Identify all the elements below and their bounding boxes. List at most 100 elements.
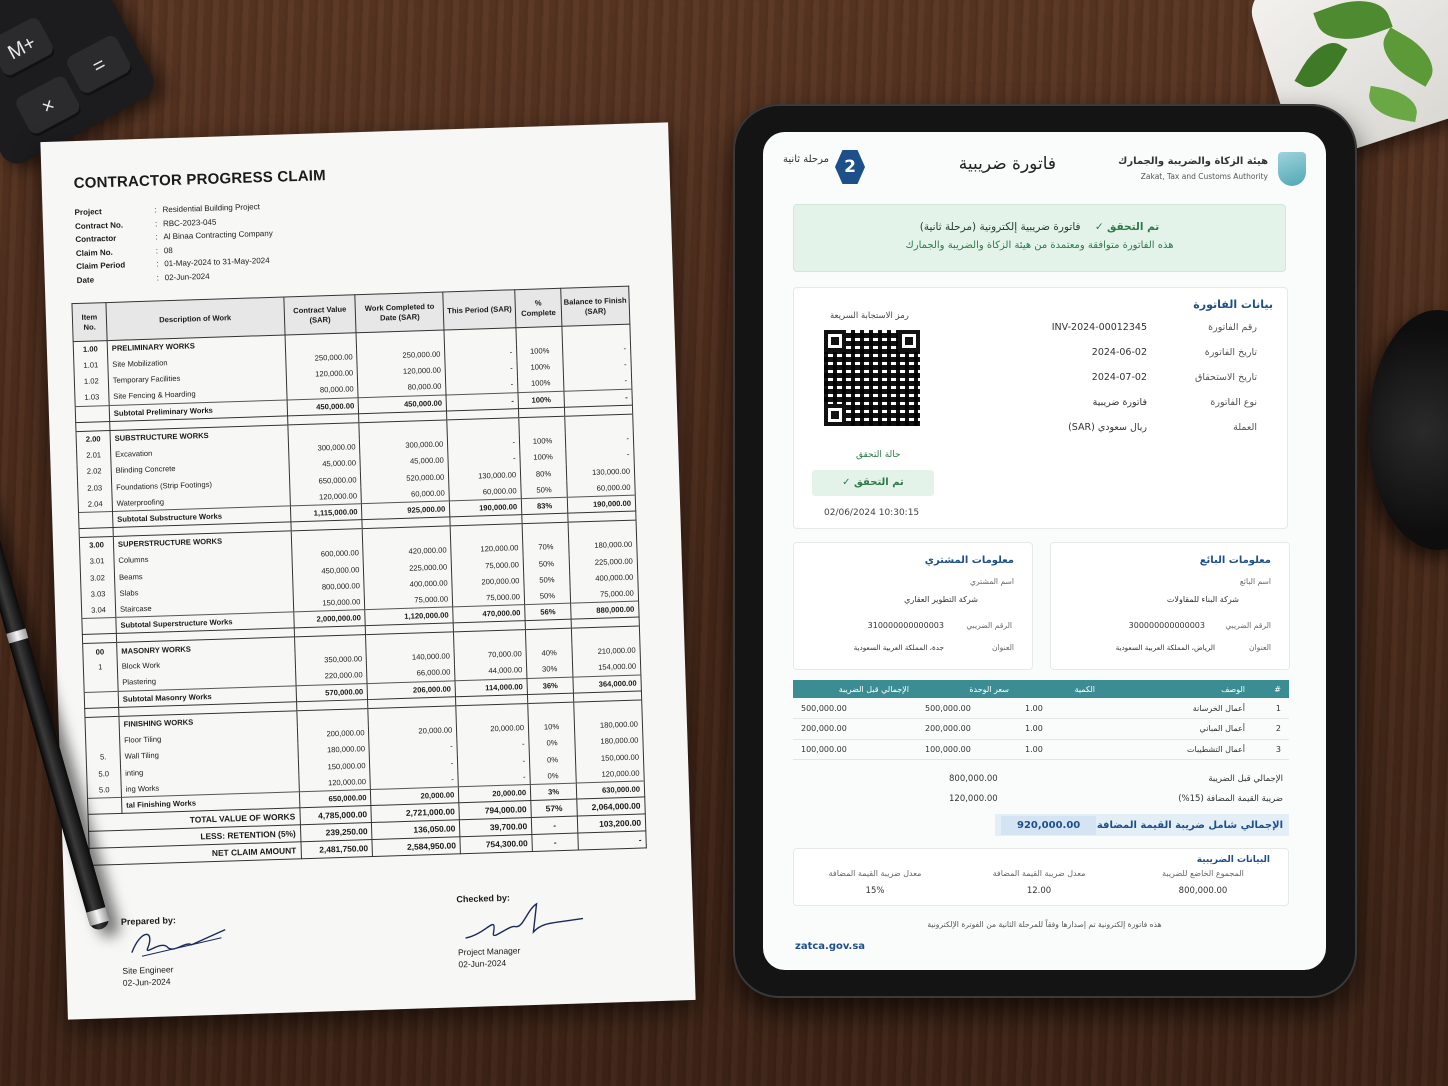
banner-title: فاتورة ضريبية إلكترونية (مرحلة ثانية) — [919, 221, 1081, 233]
phase-badge: 2 — [835, 150, 865, 184]
item-num: 1 — [1253, 698, 1289, 719]
meta-colon: : — [156, 259, 159, 269]
total-pc: 57% — [530, 799, 578, 818]
detail-value: 2024-06-02 — [1091, 347, 1147, 358]
buyer-title: معلومات المشتري — [924, 555, 1014, 566]
meta-label: Contractor — [75, 233, 117, 245]
item-unit-price: 100,000.00 — [917, 739, 1017, 760]
th-desc: الوصف — [1103, 680, 1253, 698]
item-no: 5.0 — [86, 781, 122, 799]
total-pc: - — [531, 816, 578, 835]
meta-label: Contract No. — [74, 220, 124, 231]
item-no: 1.01 — [73, 356, 109, 375]
item-desc: أعمال الخرسانة — [1103, 698, 1253, 719]
th-num: # — [1253, 680, 1289, 698]
invoice-item-row: 1 أعمال الخرسانة 1.00 500,000.00 500,000.00 — [793, 698, 1289, 719]
check-icon: ✓ — [1083, 221, 1104, 233]
tax-col-rate-percent: معدل ضريبة القيمة المضافة 15% — [800, 869, 950, 896]
subtotal-value: 800,000.00 — [949, 774, 998, 784]
cell-pc: 3% — [530, 782, 577, 801]
cell-pc: 100% — [519, 432, 566, 450]
detail-label: نوع الفاتورة — [1210, 397, 1257, 408]
grand-total-label: الإجمالي شامل ضريبة القيمة المضافة — [1096, 819, 1283, 831]
item-no: 1 — [83, 658, 118, 677]
item-no: 3.00 — [79, 536, 114, 554]
verification-status-label: حالة التحقق — [856, 450, 901, 460]
qr-finder — [898, 330, 920, 352]
invoice-detail-row: نوع الفاتورة فاتورة ضريبية — [927, 397, 1257, 408]
meta-value: 01-May-2024 to 31-May-2024 — [164, 256, 270, 269]
cell-pc: 36% — [527, 676, 574, 695]
item-qty: 1.00 — [1017, 698, 1103, 719]
prepared-date: 02-Jun-2024 — [122, 976, 171, 988]
tablet: هيئة الزكاة والضريبة والجمارك Zakat, Tax… — [733, 104, 1357, 998]
buyer-card: معلومات المشتري اسم المشتري شركة التطوير… — [793, 542, 1033, 670]
detail-value: ريال سعودي (SAR) — [1068, 422, 1147, 433]
prepared-by: Prepared by: Site Engineer 02-Jun-2024 — [121, 914, 233, 989]
calc-key-mplus: M+ — [0, 15, 58, 81]
cell-pc: 100% — [516, 342, 563, 361]
zatca-logo-icon — [1278, 152, 1306, 186]
seller-addr-label: العنوان — [1249, 643, 1271, 652]
cell-pc: 50% — [523, 570, 571, 589]
buyer-addr-label: العنوان — [992, 643, 1014, 652]
invoice-items-table: # الوصف الكمية سعر الوحدة الإجمالي قبل ا… — [793, 680, 1289, 760]
invoice-item-row: 3 أعمال التشطيبات 1.00 100,000.00 100,000.00 — [793, 739, 1289, 760]
item-no — [85, 732, 120, 750]
banner-ok: تم التحقق — [1107, 221, 1160, 233]
item-unit-price: 200,000.00 — [917, 718, 1017, 740]
cell-pc: 50% — [523, 554, 570, 573]
seller-card: معلومات البائع اسم البائع شركة البناء لل… — [1050, 542, 1290, 670]
meta-value: RBC-2023-045 — [162, 217, 217, 229]
detail-value: 2024-07-02 — [1091, 372, 1147, 383]
item-total: 500,000.00 — [793, 698, 917, 719]
meta-value: Residential Building Project — [162, 202, 261, 215]
invoice-details-card: بيانات الفاتورة رقم الفاتورة INV-2024-000… — [793, 287, 1288, 529]
cell-pc: 30% — [526, 660, 573, 679]
item-unit-price: 500,000.00 — [917, 698, 1017, 719]
tax-label: المجموع الخاضع للضريبة — [1162, 869, 1244, 878]
tax-label: معدل ضريبة القيمة المضافة — [828, 869, 922, 878]
meta-value: 08 — [163, 245, 173, 256]
qr-code — [824, 330, 920, 426]
meta-value: Al Binaa Contracting Company — [163, 229, 273, 242]
cell-pc — [525, 628, 572, 646]
authority-name-en: Zakat, Tax and Customs Authority — [1140, 172, 1268, 181]
cell-pc: 83% — [521, 497, 568, 515]
meta-colon: : — [156, 273, 160, 283]
item-desc: أعمال المباني — [1103, 718, 1253, 740]
cell-pc: 10% — [528, 718, 575, 736]
detail-label: تاريخ الاستحقاق — [1194, 372, 1257, 383]
cell-pc — [522, 522, 569, 540]
item-total: 200,000.00 — [793, 718, 917, 740]
seller-title: معلومات البائع — [1199, 555, 1271, 566]
signatures: Prepared by: Site Engineer 02-Jun-2024 C… — [89, 848, 670, 1046]
invoice-detail-row: رقم الفاتورة INV-2024-00012345 — [927, 322, 1257, 333]
item-num: 2 — [1253, 718, 1289, 740]
item-no: 2.01 — [76, 446, 111, 464]
qr-label: رمز الاستجابة السريعة — [830, 311, 909, 321]
item-num: 3 — [1253, 739, 1289, 760]
meta-colon: : — [155, 246, 159, 256]
grand-total-row: الإجمالي شامل ضريبة القيمة المضافة 920,0… — [995, 814, 1289, 836]
tax-label: معدل ضريبة القيمة المضافة — [992, 869, 1086, 878]
item-qty: 1.00 — [1017, 718, 1103, 740]
item-no: 2.00 — [75, 430, 111, 448]
detail-label: رقم الفاتورة — [1208, 322, 1257, 333]
zatca-website-link[interactable]: zatca.gov.sa — [795, 941, 865, 952]
th-qty: الكمية — [1017, 680, 1103, 698]
cell-pc: 100% — [517, 358, 564, 377]
subtotal-row: الإجمالي قبل الضريبة 800,000.00 — [793, 774, 1289, 784]
seller-name: شركة البناء للمقاولات — [1166, 595, 1239, 604]
tax-value: 800,000.00 — [1178, 886, 1228, 896]
invoice-header: هيئة الزكاة والضريبة والجمارك Zakat, Tax… — [783, 150, 1306, 200]
tax-value: 15% — [865, 886, 885, 896]
item-no — [78, 511, 113, 529]
meta-colon: : — [155, 232, 158, 242]
meta-label: Claim Period — [76, 260, 126, 272]
item-no: 5.0 — [86, 764, 121, 783]
cell-pc: 70% — [522, 538, 570, 557]
invoice-detail-row: العملة ريال سعودي (SAR) — [927, 422, 1257, 433]
authority-name-ar: هيئة الزكاة والضريبة والجمارك — [1118, 156, 1268, 167]
total-pc: - — [531, 833, 579, 852]
